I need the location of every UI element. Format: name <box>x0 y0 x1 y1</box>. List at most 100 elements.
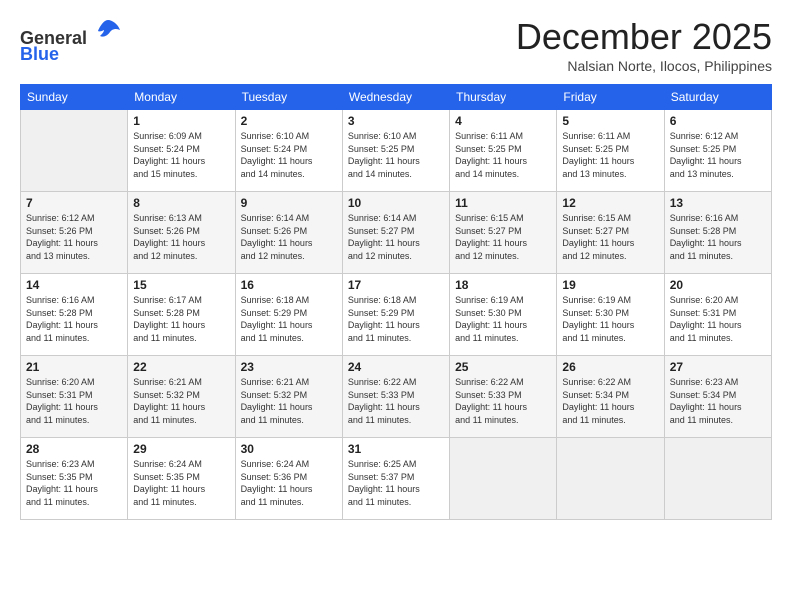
header: General Blue December 2025 Nalsian Norte… <box>20 16 772 74</box>
table-row: 23 Sunrise: 6:21 AMSunset: 5:32 PMDayligh… <box>235 356 342 438</box>
day-number: 14 <box>26 278 122 292</box>
day-number: 13 <box>670 196 766 210</box>
logo-blue: Blue <box>20 44 59 64</box>
day-number: 29 <box>133 442 229 456</box>
day-info: Sunrise: 6:09 AMSunset: 5:24 PMDaylight:… <box>133 130 229 180</box>
day-info: Sunrise: 6:20 AMSunset: 5:31 PMDaylight:… <box>670 294 766 344</box>
title-section: December 2025 Nalsian Norte, Ilocos, Phi… <box>516 16 772 74</box>
calendar-header-row: Sunday Monday Tuesday Wednesday Thursday… <box>21 85 772 110</box>
day-info: Sunrise: 6:22 AMSunset: 5:34 PMDaylight:… <box>562 376 658 426</box>
calendar-week-row: 21 Sunrise: 6:20 AMSunset: 5:31 PMDayligh… <box>21 356 772 438</box>
col-wednesday: Wednesday <box>342 85 449 110</box>
day-info: Sunrise: 6:17 AMSunset: 5:28 PMDaylight:… <box>133 294 229 344</box>
day-info: Sunrise: 6:24 AMSunset: 5:35 PMDaylight:… <box>133 458 229 508</box>
table-row <box>557 438 664 520</box>
day-number: 6 <box>670 114 766 128</box>
table-row <box>21 110 128 192</box>
table-row: 14 Sunrise: 6:16 AMSunset: 5:28 PMDayligh… <box>21 274 128 356</box>
table-row: 7 Sunrise: 6:12 AMSunset: 5:26 PMDaylight… <box>21 192 128 274</box>
table-row: 17Sunrise: 6:18 AMSunset: 5:29 PMDayligh… <box>342 274 449 356</box>
day-number: 2 <box>241 114 337 128</box>
month-title: December 2025 <box>516 16 772 58</box>
table-row: 3 Sunrise: 6:10 AMSunset: 5:25 PMDaylight… <box>342 110 449 192</box>
day-number: 23 <box>241 360 337 374</box>
day-number: 7 <box>26 196 122 210</box>
table-row: 6 Sunrise: 6:12 AMSunset: 5:25 PMDaylight… <box>664 110 771 192</box>
day-number: 31 <box>348 442 444 456</box>
table-row: 20Sunrise: 6:20 AMSunset: 5:31 PMDayligh… <box>664 274 771 356</box>
col-thursday: Thursday <box>450 85 557 110</box>
day-info: Sunrise: 6:10 AMSunset: 5:25 PMDaylight:… <box>348 130 444 180</box>
table-row: 18 Sunrise: 6:19 AMSunset: 5:30 PMDayligh… <box>450 274 557 356</box>
day-number: 10 <box>348 196 444 210</box>
logo: General Blue <box>20 16 122 65</box>
table-row: 26 Sunrise: 6:22 AMSunset: 5:34 PMDayligh… <box>557 356 664 438</box>
day-info: Sunrise: 6:19 AMSunset: 5:30 PMDaylight:… <box>562 294 658 344</box>
logo-bird-icon <box>94 16 122 44</box>
table-row: 22Sunrise: 6:21 AMSunset: 5:32 PMDayligh… <box>128 356 235 438</box>
table-row: 28 Sunrise: 6:23 AMSunset: 5:35 PMDayligh… <box>21 438 128 520</box>
table-row: 8 Sunrise: 6:13 AMSunset: 5:26 PMDaylight… <box>128 192 235 274</box>
location: Nalsian Norte, Ilocos, Philippines <box>516 58 772 74</box>
table-row: 4Sunrise: 6:11 AMSunset: 5:25 PMDaylight… <box>450 110 557 192</box>
table-row: 5Sunrise: 6:11 AMSunset: 5:25 PMDaylight… <box>557 110 664 192</box>
page: General Blue December 2025 Nalsian Norte… <box>0 0 792 612</box>
table-row: 9 Sunrise: 6:14 AMSunset: 5:26 PMDaylight… <box>235 192 342 274</box>
day-number: 26 <box>562 360 658 374</box>
calendar-week-row: 28 Sunrise: 6:23 AMSunset: 5:35 PMDayligh… <box>21 438 772 520</box>
day-number: 17 <box>348 278 444 292</box>
col-tuesday: Tuesday <box>235 85 342 110</box>
table-row: 12Sunrise: 6:15 AMSunset: 5:27 PMDayligh… <box>557 192 664 274</box>
table-row: 1Sunrise: 6:09 AMSunset: 5:24 PMDaylight… <box>128 110 235 192</box>
table-row: 16Sunrise: 6:18 AMSunset: 5:29 PMDayligh… <box>235 274 342 356</box>
day-info: Sunrise: 6:21 AMSunset: 5:32 PMDaylight:… <box>241 376 337 426</box>
day-number: 3 <box>348 114 444 128</box>
table-row: 21 Sunrise: 6:20 AMSunset: 5:31 PMDayligh… <box>21 356 128 438</box>
day-info: Sunrise: 6:19 AMSunset: 5:30 PMDaylight:… <box>455 294 551 344</box>
day-number: 27 <box>670 360 766 374</box>
calendar-table: Sunday Monday Tuesday Wednesday Thursday… <box>20 84 772 520</box>
calendar-week-row: 1Sunrise: 6:09 AMSunset: 5:24 PMDaylight… <box>21 110 772 192</box>
day-number: 12 <box>562 196 658 210</box>
day-info: Sunrise: 6:14 AMSunset: 5:27 PMDaylight:… <box>348 212 444 262</box>
table-row: 29 Sunrise: 6:24 AMSunset: 5:35 PMDayligh… <box>128 438 235 520</box>
day-info: Sunrise: 6:23 AMSunset: 5:35 PMDaylight:… <box>26 458 122 508</box>
table-row: 24Sunrise: 6:22 AMSunset: 5:33 PMDayligh… <box>342 356 449 438</box>
table-row: 10 Sunrise: 6:14 AMSunset: 5:27 PMDayligh… <box>342 192 449 274</box>
table-row: 2 Sunrise: 6:10 AMSunset: 5:24 PMDaylight… <box>235 110 342 192</box>
day-info: Sunrise: 6:13 AMSunset: 5:26 PMDaylight:… <box>133 212 229 262</box>
day-number: 25 <box>455 360 551 374</box>
day-number: 9 <box>241 196 337 210</box>
day-number: 21 <box>26 360 122 374</box>
table-row <box>664 438 771 520</box>
day-info: Sunrise: 6:10 AMSunset: 5:24 PMDaylight:… <box>241 130 337 180</box>
day-info: Sunrise: 6:16 AMSunset: 5:28 PMDaylight:… <box>26 294 122 344</box>
day-info: Sunrise: 6:24 AMSunset: 5:36 PMDaylight:… <box>241 458 337 508</box>
day-info: Sunrise: 6:16 AMSunset: 5:28 PMDaylight:… <box>670 212 766 262</box>
table-row: 11Sunrise: 6:15 AMSunset: 5:27 PMDayligh… <box>450 192 557 274</box>
day-info: Sunrise: 6:25 AMSunset: 5:37 PMDaylight:… <box>348 458 444 508</box>
day-info: Sunrise: 6:12 AMSunset: 5:25 PMDaylight:… <box>670 130 766 180</box>
day-info: Sunrise: 6:15 AMSunset: 5:27 PMDaylight:… <box>455 212 551 262</box>
day-info: Sunrise: 6:14 AMSunset: 5:26 PMDaylight:… <box>241 212 337 262</box>
table-row: 27 Sunrise: 6:23 AMSunset: 5:34 PMDayligh… <box>664 356 771 438</box>
day-number: 8 <box>133 196 229 210</box>
day-number: 16 <box>241 278 337 292</box>
day-number: 18 <box>455 278 551 292</box>
day-number: 28 <box>26 442 122 456</box>
day-info: Sunrise: 6:23 AMSunset: 5:34 PMDaylight:… <box>670 376 766 426</box>
day-info: Sunrise: 6:12 AMSunset: 5:26 PMDaylight:… <box>26 212 122 262</box>
day-number: 15 <box>133 278 229 292</box>
day-number: 19 <box>562 278 658 292</box>
table-row: 15 Sunrise: 6:17 AMSunset: 5:28 PMDayligh… <box>128 274 235 356</box>
day-info: Sunrise: 6:20 AMSunset: 5:31 PMDaylight:… <box>26 376 122 426</box>
table-row: 13 Sunrise: 6:16 AMSunset: 5:28 PMDayligh… <box>664 192 771 274</box>
table-row: 19 Sunrise: 6:19 AMSunset: 5:30 PMDayligh… <box>557 274 664 356</box>
col-monday: Monday <box>128 85 235 110</box>
table-row <box>450 438 557 520</box>
col-friday: Friday <box>557 85 664 110</box>
day-info: Sunrise: 6:11 AMSunset: 5:25 PMDaylight:… <box>562 130 658 180</box>
calendar-week-row: 7 Sunrise: 6:12 AMSunset: 5:26 PMDaylight… <box>21 192 772 274</box>
day-info: Sunrise: 6:11 AMSunset: 5:25 PMDaylight:… <box>455 130 551 180</box>
day-number: 24 <box>348 360 444 374</box>
